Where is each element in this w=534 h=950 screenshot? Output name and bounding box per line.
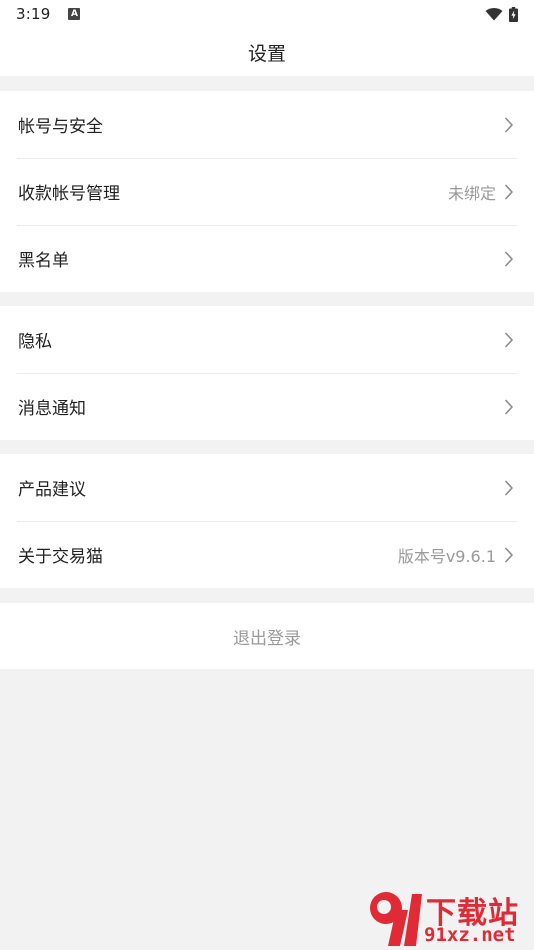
logout-label: 退出登录 — [233, 628, 301, 649]
status-bar: 3:19 A — [0, 0, 534, 28]
row-label: 消息通知 — [18, 399, 86, 419]
chevron-right-icon — [504, 332, 514, 348]
about-row[interactable]: 关于交易猫 版本号v9.6.1 — [0, 521, 534, 588]
privacy-row[interactable]: 隐私 — [0, 306, 534, 373]
status-time: 3:19 — [16, 5, 51, 23]
status-indicators — [485, 6, 518, 22]
chevron-right-icon — [504, 480, 514, 496]
version-value: 版本号v9.6.1 — [397, 546, 496, 566]
notifications-row[interactable]: 消息通知 — [0, 373, 534, 440]
row-label: 帐号与安全 — [18, 117, 103, 137]
watermark: 下载站 91xz.net — [362, 884, 534, 950]
chevron-right-icon — [504, 547, 514, 563]
row-value: 未绑定 — [447, 183, 496, 203]
row-label: 产品建议 — [18, 480, 86, 500]
row-label: 关于交易猫 — [18, 547, 103, 567]
settings-group-account: 帐号与安全 收款帐号管理 未绑定 黑名单 — [0, 91, 534, 292]
battery-charging-icon — [509, 6, 518, 22]
row-label: 收款帐号管理 — [18, 184, 120, 204]
chevron-right-icon — [504, 117, 514, 133]
row-label: 黑名单 — [18, 251, 69, 271]
settings-group-about: 产品建议 关于交易猫 版本号v9.6.1 — [0, 454, 534, 588]
logout-button[interactable]: 退出登录 — [0, 603, 534, 669]
title-bar: 设置 — [0, 28, 534, 76]
blacklist-row[interactable]: 黑名单 — [0, 225, 534, 292]
chevron-right-icon — [504, 251, 514, 267]
account-security-row[interactable]: 帐号与安全 — [0, 91, 534, 158]
notification-a-icon: A — [68, 8, 81, 20]
row-label: 隐私 — [18, 332, 52, 352]
wifi-icon — [485, 7, 503, 21]
settings-group-privacy: 隐私 消息通知 — [0, 306, 534, 440]
chevron-right-icon — [504, 399, 514, 415]
chevron-right-icon — [504, 184, 514, 200]
page-title: 设置 — [247, 42, 286, 65]
watermark-bottom-text: 91xz.net — [424, 924, 516, 946]
watermark-logo-icon — [362, 888, 424, 950]
settings-screen: 3:19 A 设置 帐号与安全 收款帐号管理 未绑定 黑名单 隐私 消息通知 产… — [0, 0, 534, 950]
product-feedback-row[interactable]: 产品建议 — [0, 454, 534, 521]
payment-account-row[interactable]: 收款帐号管理 未绑定 — [0, 158, 534, 225]
